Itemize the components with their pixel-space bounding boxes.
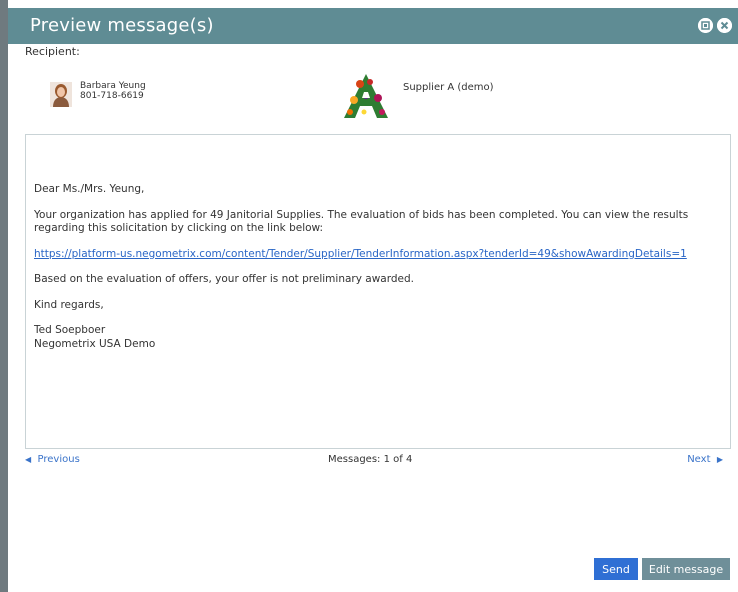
triangle-left-icon: ◀ [25, 455, 32, 464]
recipient-row: Barbara Yeung 801-718-6619 Supplier A (d… [0, 68, 738, 124]
results-link[interactable]: https://platform-us.negometrix.com/conte… [34, 248, 687, 260]
message-paragraph: Your organization has applied for 49 Jan… [34, 208, 689, 235]
recipient-phone: 801-718-6619 [80, 91, 144, 101]
recipient-label: Recipient: [25, 45, 80, 58]
dialog-title: Preview message(s) [30, 15, 214, 36]
edit-message-button[interactable]: Edit message [642, 558, 730, 580]
next-button[interactable]: Next ▶ [687, 454, 723, 465]
previous-label: Previous [37, 454, 80, 465]
supplier-logo [340, 72, 392, 120]
send-button[interactable]: Send [594, 558, 638, 580]
message-pager: ◀ Previous Messages: 1 of 4 Next ▶ [0, 452, 738, 470]
message-greeting: Dear Ms./Mrs. Yeung, [34, 183, 145, 195]
triangle-right-icon: ▶ [716, 455, 723, 464]
next-label: Next [687, 454, 711, 465]
titlebar-controls [698, 18, 732, 33]
message-count: Messages: 1 of 4 [328, 454, 413, 465]
dialog-titlebar: Preview message(s) [8, 8, 738, 44]
message-closing: Kind regards, [34, 298, 104, 311]
sender-name: Ted Soepboer [34, 324, 106, 336]
sender-org: Negometrix USA Demo [34, 337, 156, 350]
message-body: Dear Ms./Mrs. Yeung, Your organization h… [25, 134, 731, 449]
avatar [50, 82, 72, 107]
recipient-name: Barbara Yeung [80, 81, 146, 91]
close-icon[interactable] [717, 18, 732, 33]
maximize-icon[interactable] [698, 18, 713, 33]
previous-button[interactable]: ◀ Previous [25, 454, 80, 465]
supplier-name: Supplier A (demo) [403, 82, 494, 93]
message-paragraph: Based on the evaluation of offers, your … [34, 273, 415, 285]
